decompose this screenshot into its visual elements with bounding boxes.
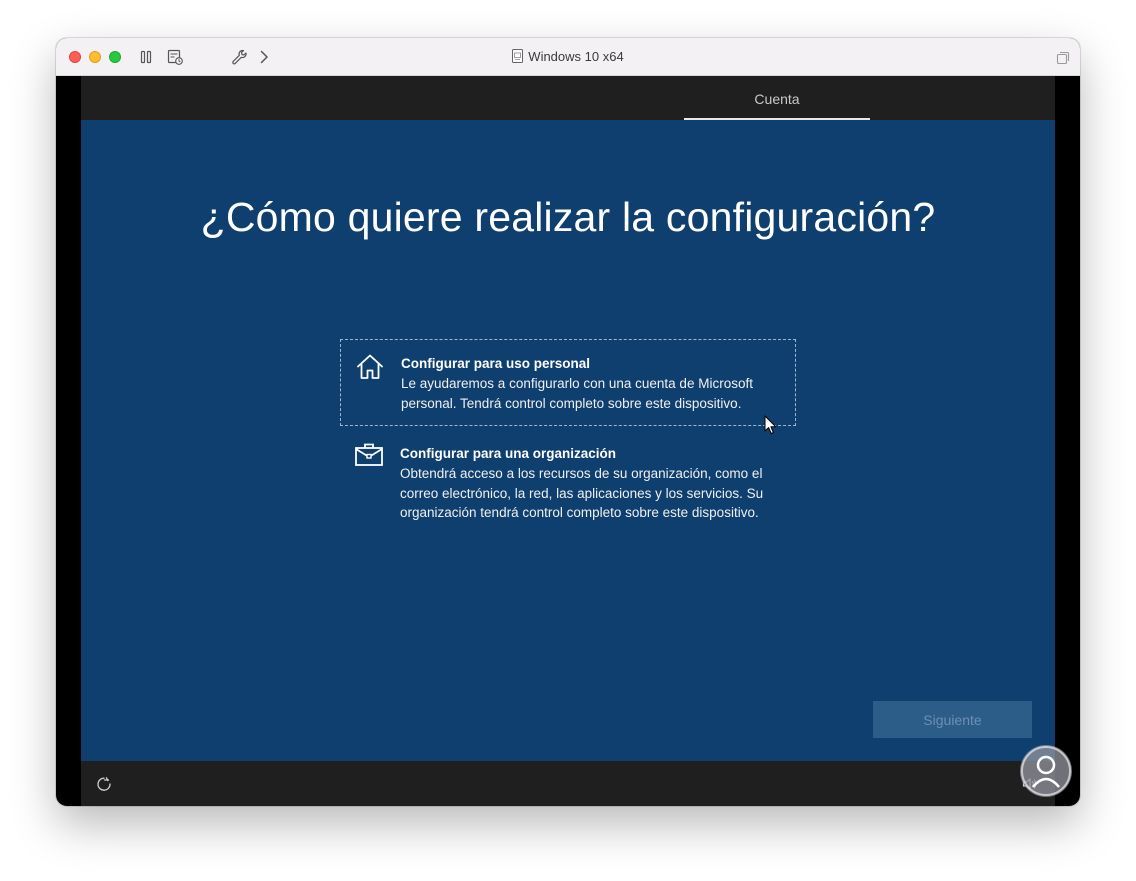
vm-display[interactable]: Cuenta ¿Cómo quiere realizar la configur… — [81, 76, 1055, 806]
oobe-bottom-bar — [81, 761, 1055, 806]
option-organization-title: Configurar para una organización — [400, 446, 617, 461]
accessibility-button[interactable] — [95, 775, 113, 793]
next-button[interactable]: Siguiente — [873, 701, 1032, 738]
window-restore-button[interactable] — [1053, 48, 1073, 68]
option-organization[interactable]: Configurar para una organización Obtendr… — [340, 430, 796, 542]
home-icon — [355, 352, 385, 382]
vm-window: Windows 10 x64 Cuenta ¿Cómo quiere reali… — [56, 38, 1080, 806]
window-title: Windows 10 x64 — [56, 49, 1080, 66]
window-title-text: Windows 10 x64 — [528, 49, 624, 64]
page-title: ¿Cómo quiere realizar la configuración? — [200, 194, 936, 240]
window-restore-icon — [1056, 51, 1070, 65]
watermark-logo-icon — [1020, 745, 1072, 797]
option-personal-title: Configurar para uso personal — [401, 356, 591, 371]
option-organization-text: Configurar para una organización Obtendr… — [400, 446, 786, 523]
oobe-top-bar: Cuenta — [81, 76, 1055, 120]
accessibility-icon — [97, 777, 111, 791]
mouse-cursor-icon — [764, 415, 777, 434]
option-organization-description: Obtendrá acceso a los recursos de su org… — [400, 466, 764, 520]
window-titlebar: Windows 10 x64 — [56, 38, 1080, 76]
briefcase-icon — [354, 440, 384, 470]
option-personal-use[interactable]: Configurar para uso personal Le ayudarem… — [340, 339, 796, 426]
tab-cuenta[interactable]: Cuenta — [684, 76, 870, 120]
option-personal-text: Configurar para uso personal Le ayudarem… — [401, 356, 785, 413]
option-personal-description: Le ayudaremos a configurarlo con una cue… — [401, 376, 753, 411]
vm-document-icon — [512, 49, 524, 66]
tab-cuenta-indicator — [684, 118, 870, 120]
